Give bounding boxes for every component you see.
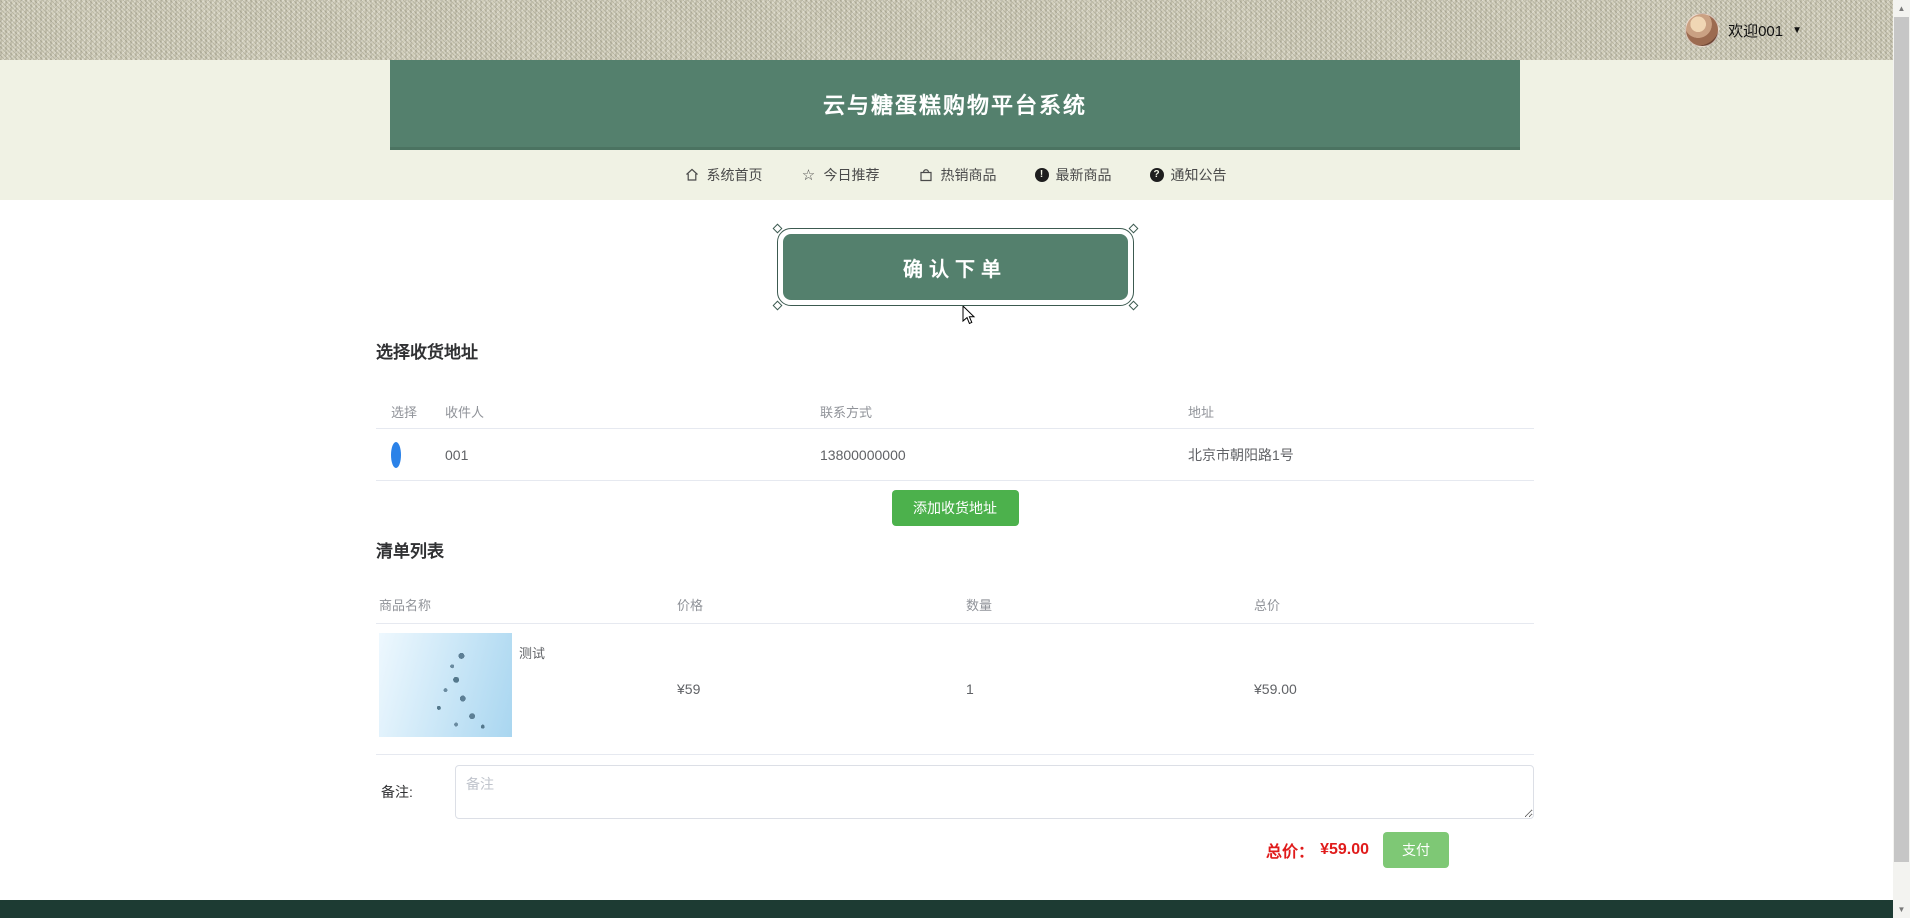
col-address: 地址 xyxy=(1188,405,1215,420)
scroll-up-arrow[interactable]: ▲ xyxy=(1893,0,1910,17)
address-table-row: 001 13800000000 北京市朝阳路1号 xyxy=(376,429,1534,481)
home-icon xyxy=(684,167,700,183)
add-address-button[interactable]: 添加收货地址 xyxy=(891,490,1019,526)
nav-item-home[interactable]: 系统首页 xyxy=(684,165,763,185)
col-receiver: 收件人 xyxy=(445,405,485,420)
cart-table: 商品名称 价格 数量 总价 测试 ¥59 1 ¥59.00 xyxy=(376,586,1534,755)
site-banner: 云与糖蛋糕购物平台系统 xyxy=(390,60,1520,150)
address-table: 选择 收件人 联系方式 地址 001 13800000000 北京市朝阳路1号 xyxy=(376,395,1534,481)
welcome-text: 欢迎001 xyxy=(1728,22,1784,40)
total-cell: ¥59.00 xyxy=(1254,681,1297,697)
bag-icon xyxy=(918,167,934,183)
nav-item-hot[interactable]: 热销商品 xyxy=(918,165,997,185)
grand-total-value: ¥59.00 xyxy=(1320,841,1369,858)
vertical-scrollbar[interactable]: ▲ ▼ xyxy=(1893,0,1910,918)
col-phone: 联系方式 xyxy=(820,405,873,420)
receiver-cell: 001 xyxy=(445,446,469,463)
nav-label: 最新商品 xyxy=(1055,167,1112,183)
site-title: 云与糖蛋糕购物平台系统 xyxy=(822,92,1087,118)
cart-table-header: 商品名称 价格 数量 总价 xyxy=(376,586,1534,624)
col-product: 商品名称 xyxy=(379,598,432,613)
address-table-header: 选择 收件人 联系方式 地址 xyxy=(376,395,1534,429)
scroll-down-arrow[interactable]: ▼ xyxy=(1893,901,1910,918)
frame-notch xyxy=(772,300,782,311)
user-menu[interactable]: 欢迎001 ▼ xyxy=(1685,0,1802,60)
cart-table-row: 测试 ¥59 1 ¥59.00 xyxy=(376,624,1534,755)
main-content: 确认下单 选择收货地址 选择 收件人 联系方式 地址 001 138000000… xyxy=(376,200,1534,868)
product-image xyxy=(379,633,512,737)
nav-label: 通知公告 xyxy=(1170,167,1227,183)
confirm-order-title-box: 确认下单 xyxy=(782,234,1128,300)
phone-cell: 13800000000 xyxy=(820,446,906,463)
page-title: 确认下单 xyxy=(903,258,1007,281)
remark-input[interactable] xyxy=(455,765,1534,819)
star-icon: ☆ xyxy=(801,166,816,184)
info-icon: ! xyxy=(1034,168,1049,182)
qty-cell: 1 xyxy=(966,681,974,697)
remark-label: 备注: xyxy=(381,784,413,800)
frame-notch xyxy=(1128,223,1138,234)
chevron-down-icon[interactable]: ▼ xyxy=(1792,25,1802,36)
col-total: 总价 xyxy=(1254,598,1281,613)
nav-item-notice[interactable]: ? 通知公告 xyxy=(1149,165,1227,185)
nav-item-today[interactable]: ☆ 今日推荐 xyxy=(801,165,880,185)
address-cell: 北京市朝阳路1号 xyxy=(1188,446,1294,463)
frame-notch xyxy=(772,223,782,234)
frame-notch xyxy=(1128,300,1138,311)
mouse-cursor xyxy=(962,306,976,325)
nav-item-new[interactable]: ! 最新商品 xyxy=(1034,165,1112,185)
footer-bar xyxy=(0,900,1910,918)
question-icon: ? xyxy=(1149,168,1164,182)
product-name: 测试 xyxy=(519,646,546,661)
nav-label: 热销商品 xyxy=(940,167,997,183)
cart-section-heading: 清单列表 xyxy=(376,542,444,561)
header-band: 云与糖蛋糕购物平台系统 系统首页 ☆ 今日推荐 热销商品 ! 最新商品 ? 通知… xyxy=(0,60,1910,200)
avatar[interactable] xyxy=(1685,13,1720,47)
address-section-heading: 选择收货地址 xyxy=(376,343,478,362)
checkout-row: 总价： ¥59.00 支付 xyxy=(376,832,1534,868)
price-cell: ¥59 xyxy=(677,681,701,697)
remark-row: 备注: xyxy=(376,765,1534,819)
pay-button[interactable]: 支付 xyxy=(1383,832,1449,868)
col-qty: 数量 xyxy=(966,598,993,613)
confirm-order-banner: 确认下单 xyxy=(772,223,1138,311)
top-bar: 欢迎001 ▼ xyxy=(0,0,1910,60)
grand-total-label: 总价： xyxy=(1266,844,1315,861)
col-price: 价格 xyxy=(677,598,704,613)
address-radio-selected[interactable] xyxy=(391,441,401,468)
col-select: 选择 xyxy=(391,405,418,420)
main-nav: 系统首页 ☆ 今日推荐 热销商品 ! 最新商品 ? 通知公告 xyxy=(0,150,1910,200)
nav-label: 系统首页 xyxy=(706,167,763,183)
scrollbar-thumb[interactable] xyxy=(1894,17,1909,862)
nav-label: 今日推荐 xyxy=(823,167,880,183)
